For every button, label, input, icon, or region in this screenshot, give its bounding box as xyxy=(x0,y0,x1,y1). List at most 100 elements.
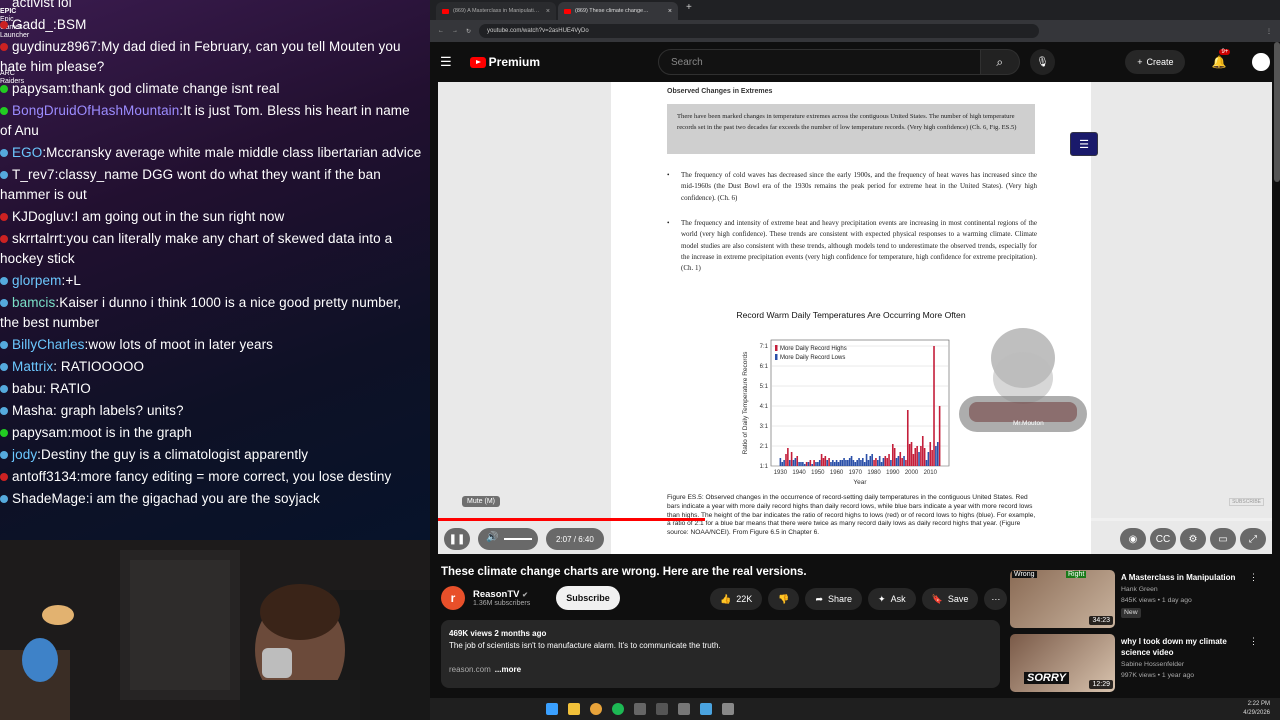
spotify-icon[interactable] xyxy=(612,703,624,715)
avatar[interactable] xyxy=(1252,53,1270,71)
chat-username[interactable]: guydinuz8967 xyxy=(12,39,97,54)
youtube-logo[interactable]: Premium xyxy=(469,55,540,69)
recommended-video-2[interactable]: SORRY 12:29 why I took down my climate s… xyxy=(1010,634,1270,692)
chat-username[interactable]: skrrtalrrt xyxy=(12,231,63,246)
forward-icon[interactable]: → xyxy=(452,28,458,34)
search-input[interactable]: Search xyxy=(658,49,981,75)
fullscreen-button[interactable]: ⤢ xyxy=(1240,528,1266,550)
rec-menu-icon[interactable]: ⋮ xyxy=(1249,572,1258,583)
chat-username[interactable]: papysam xyxy=(12,81,67,96)
chat-message: papysam:thank god climate change isnt re… xyxy=(0,79,430,101)
description-box[interactable]: 469K views 2 months ago The job of scien… xyxy=(441,620,1000,688)
app-icon[interactable] xyxy=(656,703,668,715)
chat-username[interactable]: BongDruidOfHashMountain xyxy=(12,103,179,118)
chat-username[interactable]: EGO xyxy=(12,145,42,160)
chat-text: Destiny the guy is a climatologist appar… xyxy=(41,447,309,462)
new-tab-button[interactable]: + xyxy=(680,2,698,20)
url-field[interactable]: youtube.com/watch?v=2asHUE4VyDo xyxy=(479,24,1040,38)
tab-masterclass[interactable]: (869) A Masterclass in Manipulati… × xyxy=(436,2,556,20)
chrome-icon[interactable] xyxy=(590,703,602,715)
captions-button[interactable]: CC xyxy=(1150,528,1176,550)
chart-bar xyxy=(828,458,830,466)
recommended-video-1[interactable]: Wrong Right 34:23 A Masterclass in Manip… xyxy=(1010,570,1270,628)
page-scrollbar[interactable] xyxy=(1274,42,1280,182)
notes-icon[interactable]: ☰ xyxy=(1070,132,1098,156)
description-link[interactable]: reason.com xyxy=(449,664,491,676)
chart-bar xyxy=(860,460,862,466)
action-buttons: 👍 22K 👎 ➦ Share ✦ Ask 🔖 Save ⋯ xyxy=(710,588,1008,610)
chart-bar xyxy=(880,462,883,466)
search-button[interactable]: ⌕ xyxy=(980,49,1020,75)
chat-username[interactable]: KJDogluv xyxy=(12,209,71,224)
pause-button[interactable]: ❚❚ xyxy=(444,528,470,550)
chat-username[interactable]: BillyCharles xyxy=(12,337,84,352)
notifications-button[interactable]: 🔔 9+ xyxy=(1211,49,1231,69)
menu-icon[interactable]: ☰ xyxy=(440,54,452,70)
chat-username[interactable]: Gadd_ xyxy=(12,17,53,32)
x-tick-label: 2010 xyxy=(924,470,938,476)
volume-control[interactable]: 🔊 xyxy=(478,528,538,550)
autoplay-toggle[interactable]: ◉ xyxy=(1120,528,1146,550)
theater-mode-button[interactable]: ▭ xyxy=(1210,528,1236,550)
close-tab-icon[interactable]: × xyxy=(546,8,550,15)
chat-username[interactable]: bamcis xyxy=(12,295,55,310)
chat-username[interactable]: glorpem xyxy=(12,273,61,288)
chat-username[interactable]: ShadeMage xyxy=(12,491,86,506)
mic-icon: 🎙 xyxy=(1036,56,1049,68)
share-button[interactable]: ➦ Share xyxy=(805,588,863,610)
chat-username[interactable]: Masha xyxy=(12,403,53,418)
chat-username[interactable]: papysam xyxy=(12,425,67,440)
like-button[interactable]: 👍 22K xyxy=(710,588,763,610)
rec-menu-icon[interactable]: ⋮ xyxy=(1249,636,1258,647)
chat-username[interactable]: T_rev7 xyxy=(12,167,55,182)
app-icon[interactable] xyxy=(700,703,712,715)
share-icon: ➦ xyxy=(815,593,823,604)
ask-button[interactable]: ✦ Ask xyxy=(868,588,916,610)
chart-bar xyxy=(798,462,800,466)
chart-bar xyxy=(865,454,868,466)
more-link[interactable]: ...more xyxy=(495,664,521,676)
close-tab-icon[interactable]: × xyxy=(668,8,672,15)
dislike-button[interactable]: 👎 xyxy=(768,588,800,610)
chat-message: ShadeMage:i am the gigachad you are the … xyxy=(0,489,430,511)
settings-button[interactable]: ⚙ xyxy=(1180,528,1206,550)
chat-username[interactable]: jody xyxy=(12,447,37,462)
x-axis-label: Year xyxy=(853,479,867,486)
mute-tooltip: Mute (M) xyxy=(462,496,500,507)
voice-search-button[interactable]: 🎙 xyxy=(1029,49,1056,75)
taskbar-clock[interactable]: 2:22 PM 4/29/2026 xyxy=(1243,700,1270,718)
chart-bar xyxy=(863,462,866,466)
channel-avatar[interactable]: r xyxy=(441,586,465,610)
file-explorer-icon[interactable] xyxy=(568,703,580,715)
tab-climate-charts[interactable]: (869) These climate change… × xyxy=(558,2,678,20)
chat-username[interactable]: Mattrix xyxy=(12,359,53,374)
app-icon[interactable] xyxy=(634,703,646,715)
chat-text: +L xyxy=(65,273,81,288)
chat-username[interactable]: babu xyxy=(12,381,42,396)
chat-username[interactable]: antoff3134 xyxy=(12,469,77,484)
chat-badge-icon xyxy=(0,149,8,158)
start-icon[interactable] xyxy=(546,703,558,715)
progress-bar[interactable] xyxy=(438,518,1272,521)
reload-icon[interactable]: ↻ xyxy=(466,28,471,35)
more-icon: ⋯ xyxy=(991,593,1001,604)
channel-name[interactable]: ReasonTV ✔ xyxy=(473,589,530,600)
x-tick-label: 1940 xyxy=(792,470,806,476)
channel-row: r ReasonTV ✔ 1.36M subscribers Subscribe xyxy=(441,586,620,610)
chart-bar xyxy=(792,460,795,466)
subscribe-watermark[interactable]: SUBSCRIBE xyxy=(1229,498,1264,506)
rec-channel-1: Hank Green xyxy=(1121,586,1158,593)
extensions-icon[interactable]: ⋮ xyxy=(1266,28,1272,35)
create-button[interactable]: + Create xyxy=(1125,50,1186,74)
more-actions-button[interactable]: ⋯ xyxy=(984,588,1008,610)
app-icon[interactable] xyxy=(722,703,734,715)
settings-icon[interactable] xyxy=(678,703,690,715)
chat-message: skrrtalrrt:you can literally make any ch… xyxy=(0,229,430,271)
tab-label: (869) These climate change… xyxy=(575,8,649,14)
chart-bar xyxy=(931,450,933,466)
volume-slider[interactable] xyxy=(504,538,532,540)
back-icon[interactable]: ← xyxy=(438,28,444,34)
video-player[interactable]: Observed Changes in Extremes There have … xyxy=(438,82,1272,554)
save-button[interactable]: 🔖 Save xyxy=(921,588,979,610)
subscribe-button[interactable]: Subscribe xyxy=(556,586,620,610)
